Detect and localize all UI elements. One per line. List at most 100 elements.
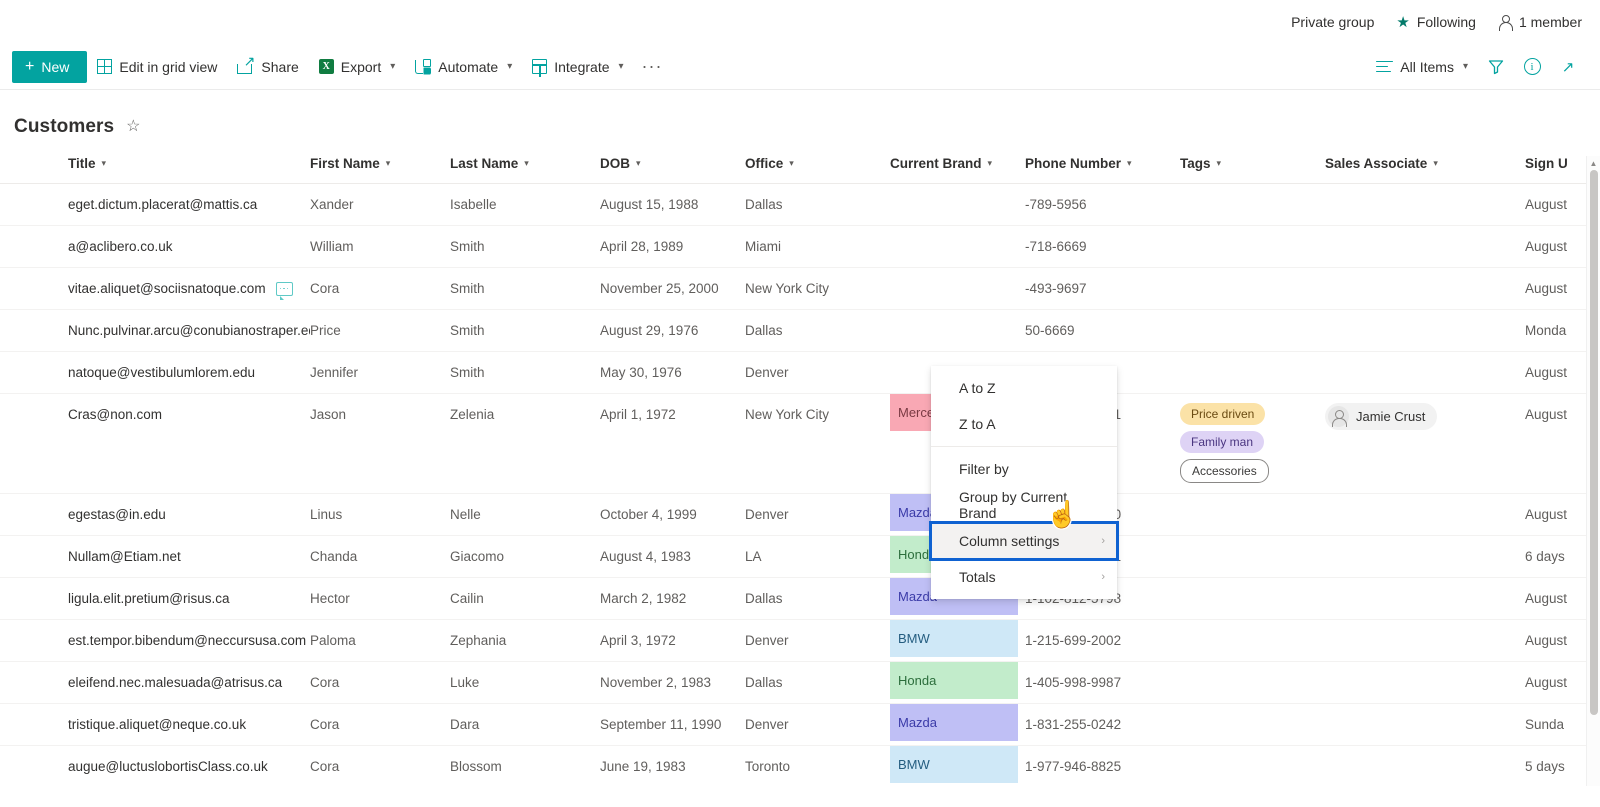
cell-title[interactable]: augue@luctuslobortisClass.co.uk (0, 745, 310, 786)
cell-title[interactable]: egestas@in.edu (0, 493, 310, 536)
cell-title[interactable]: est.tempor.bibendum@neccursusa.com (0, 619, 310, 662)
column-header-last-name[interactable]: Last Name ▾ (450, 156, 600, 184)
table-row[interactable]: Nullam@Etiam.net Chanda Giacomo August 4, 1… (0, 535, 1600, 578)
more-commands-button[interactable]: ··· (634, 56, 671, 77)
cell-title[interactable]: eget.dictum.placerat@mattis.ca (0, 183, 310, 226)
tag-chip: Family man (1180, 431, 1265, 453)
table-row[interactable]: ligula.elit.pretium@risus.ca Hector Cailin… (0, 577, 1600, 620)
cell-last-name: Zelenia (450, 393, 600, 494)
share-button[interactable]: Share (227, 49, 308, 85)
favorite-star-icon[interactable]: ☆ (126, 119, 140, 135)
menu-item-label: A to Z (959, 380, 996, 396)
column-header-title[interactable]: Title ▾ (0, 156, 310, 184)
cell-phone-number: -493-9697 (1025, 267, 1180, 310)
cell-first-name: Chanda (310, 535, 450, 578)
column-header-tags[interactable]: Tags ▾ (1180, 156, 1325, 184)
chevron-down-icon: ▾ (1216, 158, 1222, 168)
edit-in-grid-view-button[interactable]: Edit in grid view (87, 49, 227, 85)
brand-empty (890, 226, 1025, 266)
cell-tags (1180, 225, 1325, 268)
person-chip[interactable]: Jamie Crust (1325, 403, 1438, 430)
table-row[interactable]: a@aclibero.co.uk William Smith April 28, 19… (0, 225, 1600, 268)
cell-office: Dallas (745, 661, 890, 704)
view-selector-button[interactable]: All Items ▾ (1366, 49, 1478, 85)
table-row[interactable]: augue@luctuslobortisClass.co.uk Cora Bloss… (0, 745, 1600, 786)
cell-title[interactable]: Nullam@Etiam.net (0, 535, 310, 578)
menu-item-a-to-z[interactable]: A to Z (931, 370, 1117, 406)
column-header-dob[interactable]: DOB ▾ (600, 156, 745, 184)
cell-office-text: Dallas (745, 323, 783, 338)
table-row[interactable]: tristique.aliquet@neque.co.uk Cora Dara Sep… (0, 703, 1600, 746)
table-row[interactable]: eleifend.nec.malesuada@atrisus.ca Cora Luk… (0, 661, 1600, 704)
menu-item-column-settings[interactable]: Column settings › (929, 521, 1119, 561)
phone-number-text: 1-405-998-9987 (1025, 675, 1122, 690)
cell-current-brand (890, 225, 1025, 268)
chevron-down-icon: ▾ (390, 61, 396, 72)
scroll-up-arrow-icon[interactable]: ▲ (1587, 156, 1600, 170)
cell-title[interactable]: Cras@non.com (0, 393, 310, 494)
title-text: Cras@non.com (68, 407, 162, 422)
table-row[interactable]: egestas@in.edu Linus Nelle October 4, 1999 D… (0, 493, 1600, 536)
cell-office: Dallas (745, 183, 890, 226)
cell-dob-text: August 29, 1976 (600, 323, 699, 338)
tag-list (1180, 662, 1325, 696)
cell-last-name: Blossom (450, 745, 600, 786)
column-header-office[interactable]: Office ▾ (745, 156, 890, 184)
cell-office: Denver (745, 351, 890, 394)
automate-button[interactable]: Automate ▾ (405, 49, 522, 85)
table-row[interactable]: vitae.aliquet@sociisnatoque.com Cora Smith… (0, 267, 1600, 310)
menu-item-totals[interactable]: Totals › (931, 559, 1117, 595)
integrate-button[interactable]: Integrate ▾ (522, 49, 633, 85)
cell-last-name-text: Smith (450, 323, 485, 338)
column-header-phone-number[interactable]: Phone Number ▾ (1025, 156, 1180, 184)
vertical-scrollbar-thumb[interactable] (1590, 170, 1598, 715)
members-button[interactable]: 1 member (1498, 14, 1582, 31)
cell-title[interactable]: tristique.aliquet@neque.co.uk (0, 703, 310, 746)
menu-item-filter-by[interactable]: Filter by (931, 451, 1117, 487)
cell-sales-associate: Jamie Crust (1325, 393, 1525, 494)
vertical-scrollbar[interactable]: ▲ ▼ (1586, 156, 1600, 786)
page-title: Customers (14, 116, 115, 137)
cell-title[interactable]: eleifend.nec.malesuada@atrisus.ca (0, 661, 310, 704)
tag-list (1180, 620, 1325, 654)
sales-associate-empty (1325, 662, 1525, 702)
cell-title[interactable]: natoque@vestibulumlorem.edu (0, 351, 310, 394)
comment-icon[interactable] (275, 281, 293, 300)
column-header-first-name[interactable]: First Name ▾ (310, 156, 450, 184)
cell-dob: March 2, 1982 (600, 577, 745, 620)
new-button[interactable]: + New (12, 50, 88, 83)
cell-office-text: LA (745, 549, 762, 564)
menu-item-z-to-a[interactable]: Z to A (931, 406, 1117, 442)
cell-title[interactable]: Nunc.pulvinar.arcu@conubianostraper.edu (0, 309, 310, 352)
cell-office: LA (745, 535, 890, 578)
cell-dob: September 11, 1990 (600, 703, 745, 746)
table-row[interactable]: est.tempor.bibendum@neccursusa.com Paloma… (0, 619, 1600, 662)
column-context-menu: A to Z Z to A Filter by Group by Current… (929, 366, 1119, 599)
cell-title[interactable]: vitae.aliquet@sociisnatoque.com (0, 267, 310, 310)
cell-title[interactable]: ligula.elit.pretium@risus.ca (0, 577, 310, 620)
tag-chip: Accessories (1180, 459, 1269, 483)
menu-item-group-by-current-brand[interactable]: Group by Current Brand (931, 487, 1117, 523)
phone-number-text: 1-831-255-0242 (1025, 717, 1122, 732)
chevron-down-icon: ▾ (101, 158, 107, 168)
cell-first-name: Xander (310, 183, 450, 226)
filter-button[interactable] (1478, 49, 1514, 85)
title-text: a@aclibero.co.uk (68, 239, 173, 254)
chevron-down-icon: ▾ (987, 158, 993, 168)
cell-first-name-text: Xander (310, 197, 354, 212)
table-row[interactable]: eget.dictum.placerat@mattis.ca Xander Isab… (0, 183, 1600, 226)
table-row[interactable]: Cras@non.com Jason Zelenia April 1, 1972 New… (0, 393, 1600, 494)
chevron-down-icon: ▾ (636, 158, 641, 168)
export-button[interactable]: X Export ▾ (309, 49, 406, 85)
cell-title[interactable]: a@aclibero.co.uk (0, 225, 310, 268)
details-button[interactable]: i (1514, 49, 1550, 85)
expand-button[interactable]: ↗ (1550, 49, 1586, 85)
cell-first-name-text: Cora (310, 717, 340, 732)
column-header-current-brand[interactable]: Current Brand ▾ (890, 156, 1025, 184)
cell-tags (1180, 309, 1325, 352)
table-row[interactable]: Nunc.pulvinar.arcu@conubianostraper.edu P… (0, 309, 1600, 352)
customers-table: Title ▾ First Name ▾ Last Name ▾ DOB ▾ Offic… (0, 156, 1600, 786)
following-button[interactable]: ★ Following (1396, 14, 1476, 30)
table-row[interactable]: natoque@vestibulumlorem.edu Jennifer Smith… (0, 351, 1600, 394)
column-header-sales-associate[interactable]: Sales Associate ▾ (1325, 156, 1525, 184)
